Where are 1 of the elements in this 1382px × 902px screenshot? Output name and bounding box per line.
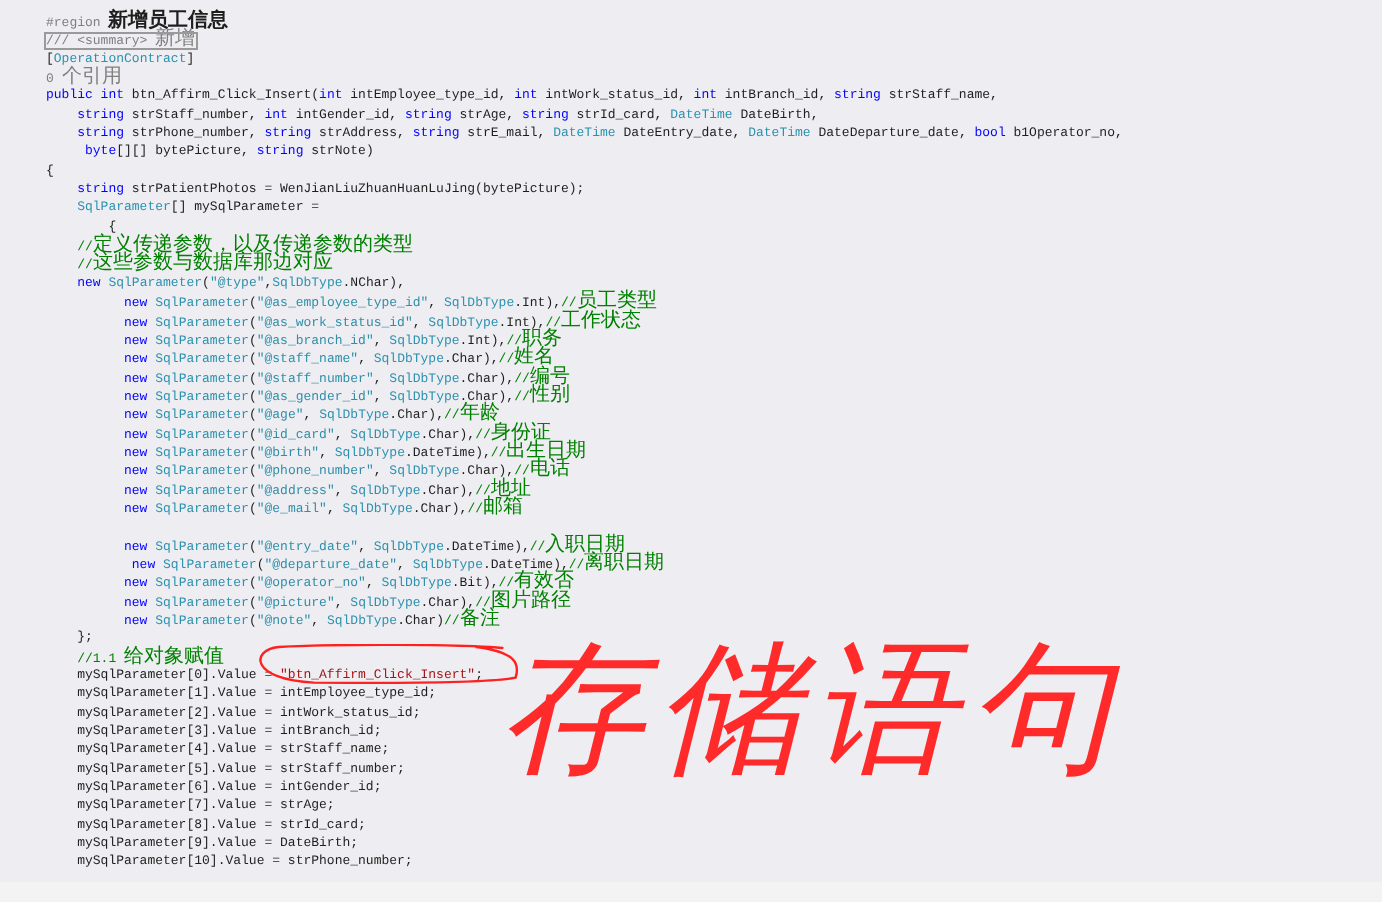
handwritten-annotation: 存储语句 xyxy=(500,636,1124,780)
